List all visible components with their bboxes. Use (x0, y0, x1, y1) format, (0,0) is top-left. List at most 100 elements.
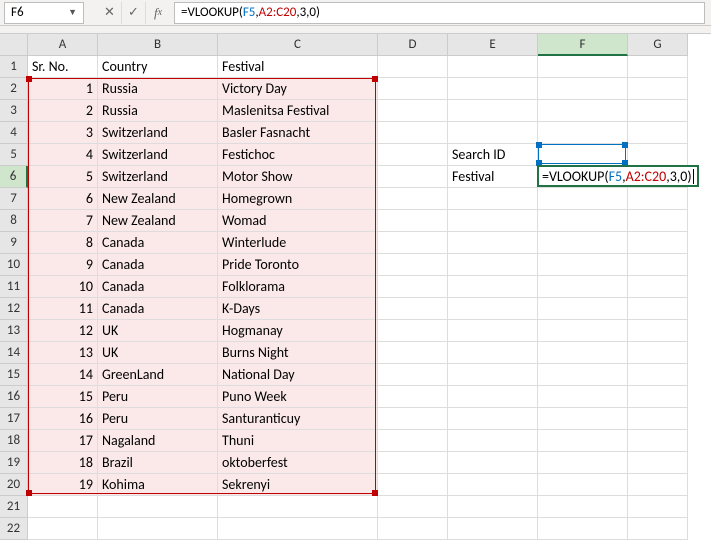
cell[interactable] (628, 232, 688, 254)
cell[interactable] (28, 518, 98, 540)
cell[interactable] (538, 408, 628, 430)
cell[interactable] (378, 364, 448, 386)
cell[interactable]: 8 (28, 232, 98, 254)
cell[interactable]: GreenLand (98, 364, 218, 386)
cell[interactable]: Homegrown (218, 188, 378, 210)
row-header[interactable]: 14 (0, 342, 28, 364)
cell[interactable] (538, 56, 628, 78)
cell[interactable]: Thuni (218, 430, 378, 452)
row-header[interactable]: 16 (0, 386, 28, 408)
cell[interactable] (98, 518, 218, 540)
col-header-C[interactable]: C (218, 34, 378, 56)
cell[interactable]: Switzerland (98, 144, 218, 166)
cell[interactable] (378, 100, 448, 122)
row-header[interactable]: 15 (0, 364, 28, 386)
cell[interactable]: Burns Night (218, 342, 378, 364)
cell[interactable]: Country (98, 56, 218, 78)
cell[interactable] (628, 78, 688, 100)
cell[interactable] (448, 518, 538, 540)
col-header-G[interactable]: G (628, 34, 688, 56)
select-all-corner[interactable] (0, 34, 28, 56)
cell[interactable] (628, 364, 688, 386)
cell[interactable] (448, 78, 538, 100)
row-header[interactable]: 5 (0, 144, 28, 166)
row-header[interactable]: 4 (0, 122, 28, 144)
cell[interactable] (538, 364, 628, 386)
row-header[interactable]: 12 (0, 298, 28, 320)
spreadsheet-grid[interactable]: ABCDEFG1Sr. No.CountryFestival21RussiaVi… (0, 34, 711, 540)
cell[interactable] (28, 496, 98, 518)
cell[interactable] (538, 518, 628, 540)
cell[interactable]: Folklorama (218, 276, 378, 298)
cell[interactable] (378, 166, 448, 188)
cell[interactable] (538, 276, 628, 298)
cell[interactable]: Motor Show (218, 166, 378, 188)
col-header-B[interactable]: B (98, 34, 218, 56)
cell[interactable] (448, 188, 538, 210)
row-header[interactable]: 1 (0, 56, 28, 78)
cell[interactable] (378, 144, 448, 166)
cell[interactable]: Canada (98, 298, 218, 320)
cell[interactable]: 4 (28, 144, 98, 166)
formula-input[interactable]: =VLOOKUP(F5,A2:C20,3,0) (174, 2, 705, 24)
cell[interactable]: 13 (28, 342, 98, 364)
cell[interactable]: K-Days (218, 298, 378, 320)
cell[interactable] (378, 56, 448, 78)
row-header[interactable]: 8 (0, 210, 28, 232)
cell[interactable] (448, 430, 538, 452)
cell[interactable]: 6 (28, 188, 98, 210)
cell[interactable] (628, 100, 688, 122)
cell[interactable] (378, 232, 448, 254)
cell[interactable]: Peru (98, 408, 218, 430)
cell[interactable] (538, 188, 628, 210)
cell[interactable] (628, 144, 688, 166)
cell[interactable] (538, 78, 628, 100)
cell[interactable] (448, 386, 538, 408)
cell[interactable]: Festival (448, 166, 538, 188)
cell[interactable] (538, 210, 628, 232)
cancel-icon[interactable]: ✕ (98, 2, 122, 24)
cell[interactable]: Victory Day (218, 78, 378, 100)
cell[interactable] (628, 56, 688, 78)
cell[interactable]: Canada (98, 276, 218, 298)
cell[interactable]: 7 (28, 210, 98, 232)
cell[interactable] (628, 452, 688, 474)
cell[interactable] (218, 496, 378, 518)
cell[interactable] (378, 342, 448, 364)
row-header[interactable]: 9 (0, 232, 28, 254)
cell[interactable]: UK (98, 342, 218, 364)
cell[interactable] (448, 210, 538, 232)
col-header-F[interactable]: F (538, 34, 628, 56)
cell[interactable] (378, 452, 448, 474)
cell[interactable]: 15 (28, 386, 98, 408)
cell[interactable]: 16 (28, 408, 98, 430)
cell[interactable] (448, 408, 538, 430)
cell[interactable] (448, 232, 538, 254)
cell[interactable] (538, 254, 628, 276)
cell[interactable] (98, 496, 218, 518)
row-header[interactable]: 22 (0, 518, 28, 540)
cell[interactable]: 9 (28, 254, 98, 276)
cell[interactable]: oktoberfest (218, 452, 378, 474)
cell[interactable] (538, 496, 628, 518)
cell[interactable] (448, 342, 538, 364)
cell[interactable] (628, 254, 688, 276)
cell[interactable]: Festichoc (218, 144, 378, 166)
cell[interactable] (628, 342, 688, 364)
cell[interactable] (378, 430, 448, 452)
cell[interactable] (378, 188, 448, 210)
row-header[interactable]: 6 (0, 166, 28, 188)
cell[interactable] (448, 56, 538, 78)
cell[interactable]: Maslenitsa Festival (218, 100, 378, 122)
cell[interactable] (538, 320, 628, 342)
cell[interactable] (538, 298, 628, 320)
cell[interactable] (628, 320, 688, 342)
row-header[interactable]: 11 (0, 276, 28, 298)
row-header[interactable]: 3 (0, 100, 28, 122)
cell[interactable] (378, 518, 448, 540)
cell[interactable]: Canada (98, 254, 218, 276)
col-header-D[interactable]: D (378, 34, 448, 56)
cell[interactable]: 1 (28, 78, 98, 100)
cell[interactable] (538, 232, 628, 254)
row-header[interactable]: 18 (0, 430, 28, 452)
